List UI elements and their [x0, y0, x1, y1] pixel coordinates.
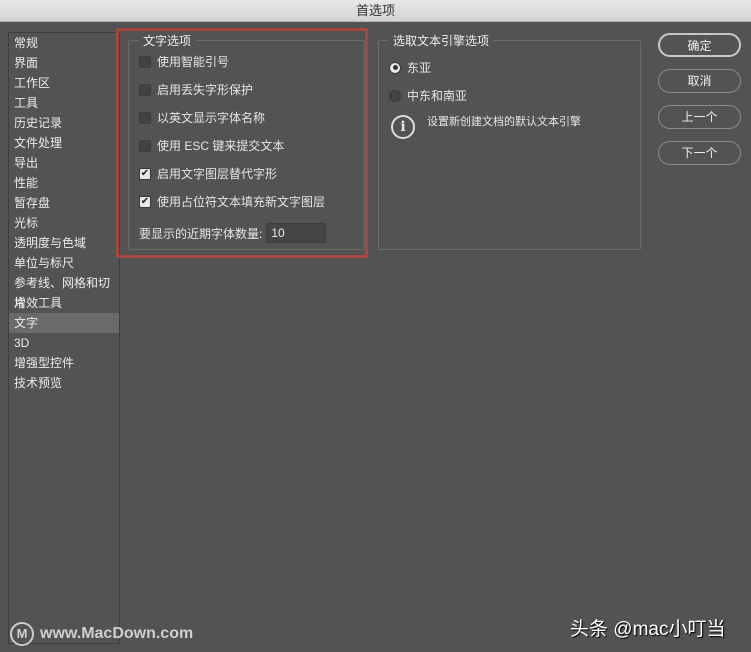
- sidebar-item[interactable]: 光标: [9, 213, 119, 233]
- sidebar-item[interactable]: 历史记录: [9, 113, 119, 133]
- sidebar-item[interactable]: 文字: [9, 313, 119, 333]
- radio-label: 东亚: [407, 61, 432, 75]
- radio-label: 中东和南亚: [407, 89, 468, 103]
- cancel-button[interactable]: 取消: [658, 69, 741, 93]
- engine-info-text: 设置新创建文档的默认文本引擎: [427, 116, 581, 128]
- sidebar-item[interactable]: 技术预览: [9, 373, 119, 393]
- window-title: 首选项: [0, 0, 751, 22]
- radio-middle-east[interactable]: 中东和南亚: [389, 87, 467, 104]
- sidebar-item[interactable]: 界面: [9, 53, 119, 73]
- info-icon: i: [391, 115, 415, 139]
- sidebar-item[interactable]: 透明度与色域: [9, 233, 119, 253]
- text-engine-title: 选取文本引擎选项: [389, 32, 494, 49]
- macdown-logo-icon: M: [10, 622, 34, 646]
- radio-button[interactable]: [389, 89, 401, 102]
- next-button[interactable]: 下一个: [658, 141, 741, 165]
- sidebar-item[interactable]: 文件处理: [9, 133, 119, 153]
- sidebar-item[interactable]: 增强型控件: [9, 353, 119, 373]
- sidebar-item[interactable]: 常规: [9, 33, 119, 53]
- highlight-box: [116, 28, 368, 258]
- sidebar-item[interactable]: 工作区: [9, 73, 119, 93]
- sidebar-item[interactable]: 暂存盘: [9, 193, 119, 213]
- text-engine-group: 选取文本引擎选项 东亚 中东和南亚 i 设置新创建文档的默认文本引擎: [378, 32, 641, 250]
- sidebar-item[interactable]: 3D: [9, 333, 119, 353]
- sidebar-item[interactable]: 导出: [9, 153, 119, 173]
- radio-button[interactable]: [389, 61, 401, 74]
- sidebar: 常规 界面 工作区 工具 历史记录 文件处理 导出 性能 暂存盘 光标 透明度与色域 单位与标尺 参考线…: [8, 32, 120, 644]
- sidebar-item[interactable]: 单位与标尺: [9, 253, 119, 273]
- watermark-left: Mwww.MacDown.com: [10, 622, 193, 646]
- watermark-left-text: www.MacDown.com: [40, 625, 194, 642]
- prev-button[interactable]: 上一个: [658, 105, 741, 129]
- sidebar-item[interactable]: 工具: [9, 93, 119, 113]
- watermark-right: 头条 @mac小叮当: [570, 619, 726, 640]
- ok-button[interactable]: 确定: [658, 33, 741, 57]
- radio-east-asian[interactable]: 东亚: [389, 59, 431, 76]
- sidebar-item[interactable]: 参考线、网格和切片: [9, 273, 119, 310]
- sidebar-item[interactable]: 增效工具: [9, 293, 119, 313]
- sidebar-item[interactable]: 性能: [9, 173, 119, 193]
